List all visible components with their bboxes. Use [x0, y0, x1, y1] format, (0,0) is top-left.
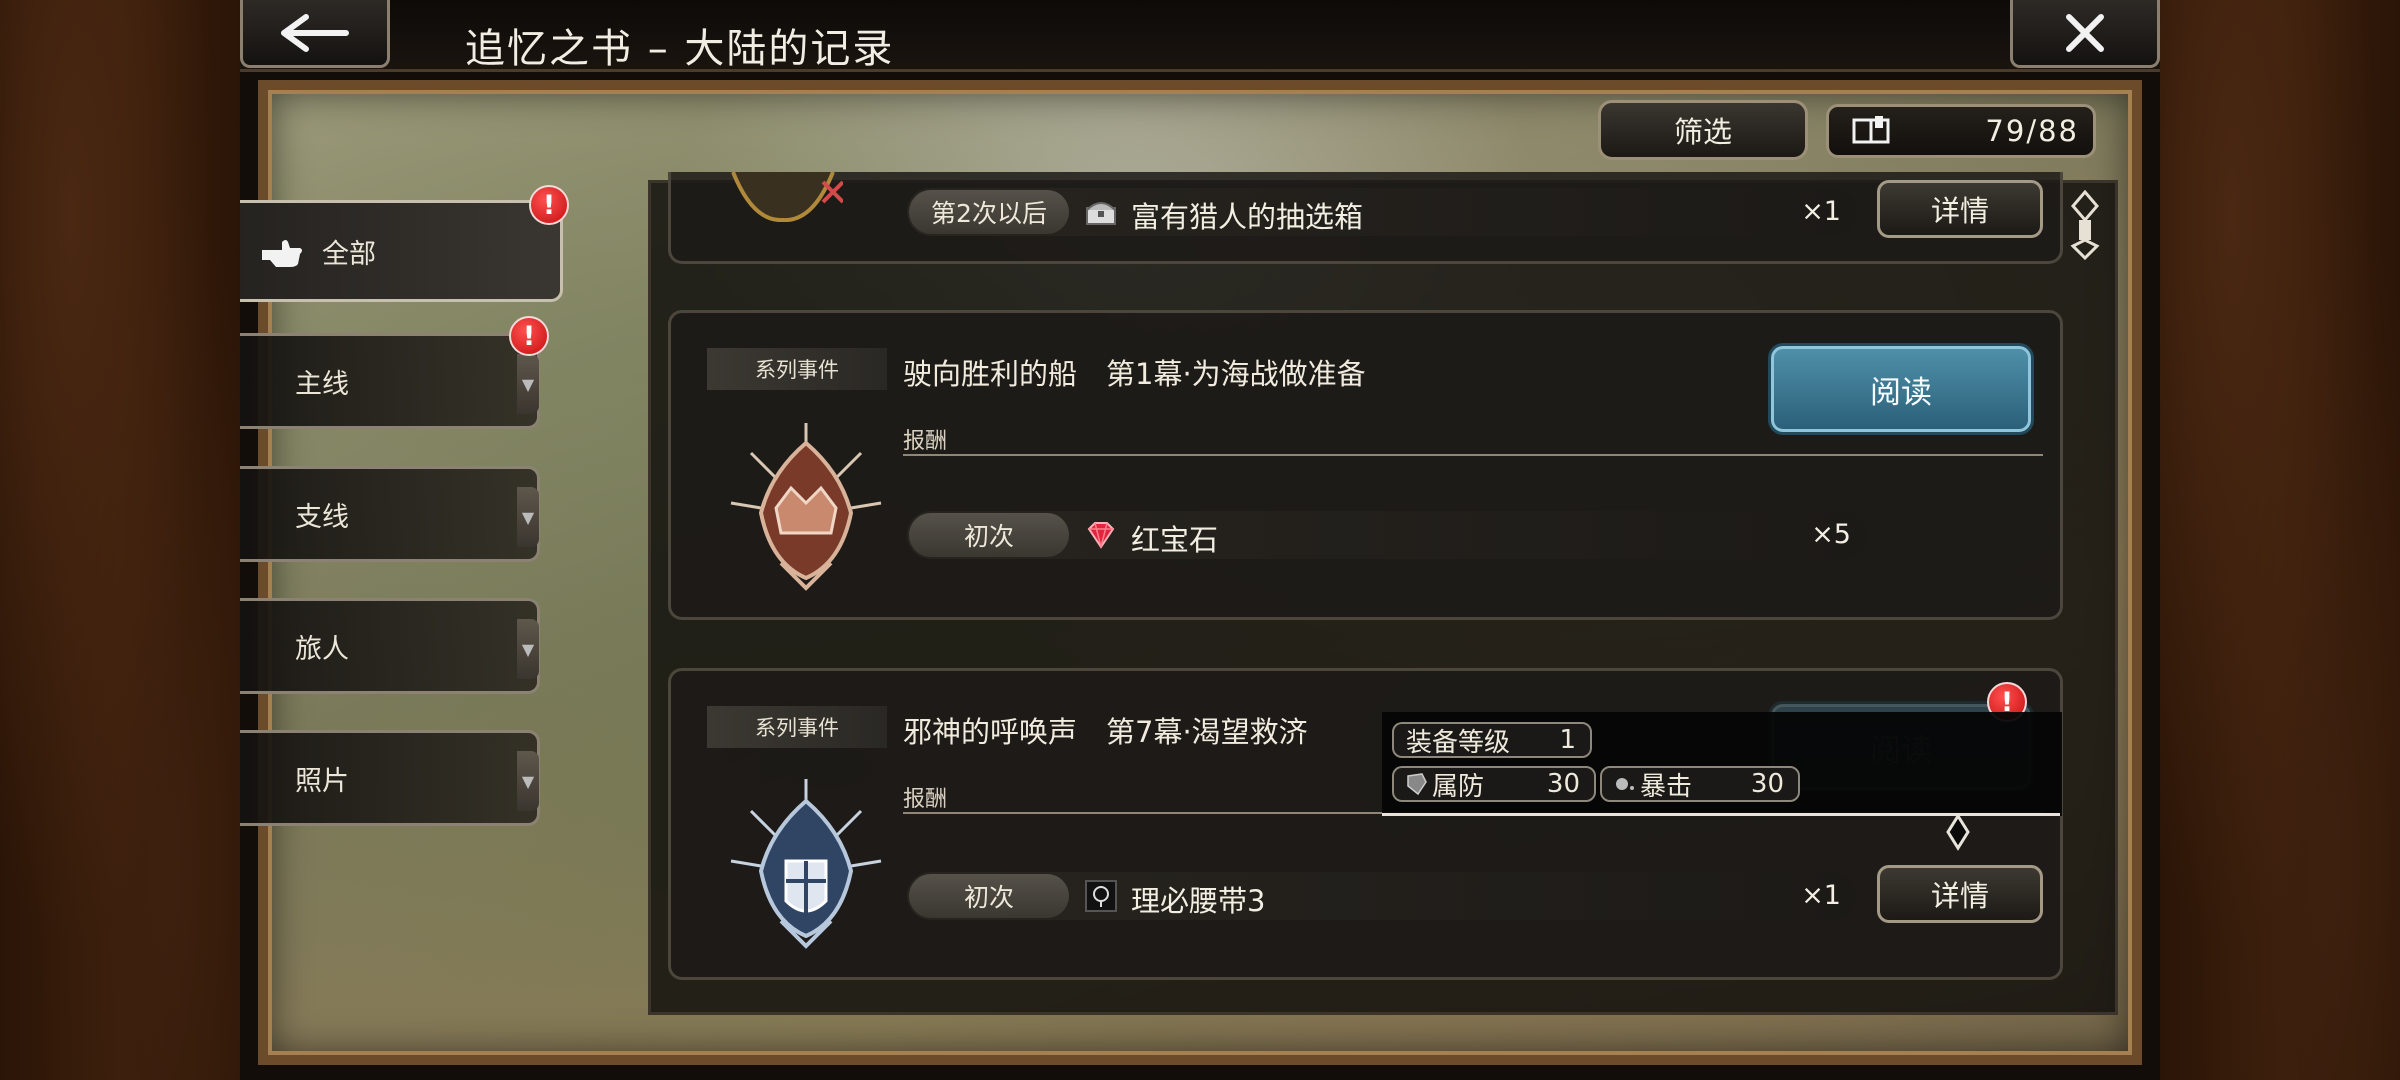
reward-condition: 初次	[909, 874, 1069, 918]
chevron-down-icon: ▼	[517, 354, 539, 414]
ruby-icon	[1085, 519, 1117, 551]
detail-button[interactable]: 详情	[1877, 865, 2043, 923]
event-tag: 系列事件	[707, 706, 887, 748]
reward-item-name: 理必腰带3	[1131, 884, 1266, 918]
back-button[interactable]	[240, 0, 390, 68]
belt-icon	[1085, 880, 1117, 912]
left-border-decoration	[0, 0, 240, 1080]
counter-text: 79/88	[1985, 114, 2079, 148]
event-card: 系列事件 驶向胜利的船 第1幕·为海战做准备 阅读 报酬 初次 红宝石 ×5	[668, 310, 2063, 620]
list-item-partial: 第2次以后 富有猎人的抽选箱 ×1 详情	[668, 172, 2063, 264]
page-title: 追忆之书 – 大陆的记录	[465, 26, 895, 72]
reward-row: 初次 红宝石 ×5	[907, 511, 1867, 559]
detail-button[interactable]: 详情	[1877, 180, 2043, 238]
scrollbar[interactable]	[2070, 190, 2100, 260]
stat-critical-box: 暴击 30	[1600, 766, 1800, 802]
sidebar-item-side[interactable]: 支线 ▼	[240, 466, 540, 562]
reward-qty: ×5	[1811, 519, 1851, 550]
critical-icon	[1610, 771, 1640, 797]
sidebar-item-photo[interactable]: 照片 ▼	[240, 730, 540, 826]
event-title: 邪神的呼唤声 第7幕·渴望救济	[903, 715, 1308, 749]
reward-condition: 初次	[909, 513, 1069, 557]
reward-qty: ×1	[1801, 880, 1841, 911]
pointing-hand-icon	[262, 240, 302, 267]
close-button[interactable]	[2010, 0, 2160, 68]
event-tag: 系列事件	[707, 348, 887, 390]
shield-icon	[1402, 771, 1432, 797]
book-icon	[1852, 116, 1890, 144]
reward-row: 第2次以后 富有猎人的抽选箱 ×1	[907, 188, 1857, 236]
divider	[903, 454, 2043, 456]
filter-button[interactable]: 筛选	[1598, 100, 1808, 160]
close-icon	[2066, 13, 2104, 52]
sidebar-item-main[interactable]: 主线 ▼	[240, 333, 540, 429]
equip-level-box: 装备等级 1	[1392, 722, 1592, 758]
reward-item-name: 红宝石	[1131, 523, 1219, 557]
collection-counter: 79/88	[1826, 104, 2096, 158]
treasure-chest-icon	[1085, 196, 1117, 228]
alert-badge-all: !	[529, 185, 569, 225]
stat-defense-box: 属防 30	[1392, 766, 1596, 802]
chevron-down-icon: ▼	[517, 619, 539, 679]
reward-qty: ×1	[1801, 196, 1841, 227]
arrow-left-icon	[281, 13, 349, 52]
read-button[interactable]: 阅读	[1771, 346, 2031, 432]
chevron-down-icon: ▼	[517, 751, 539, 811]
item-tooltip: 装备等级 1 属防 30 暴击 30	[1382, 712, 2062, 816]
reward-label: 报酬	[903, 429, 948, 454]
reward-condition: 第2次以后	[909, 190, 1069, 234]
emblem-icon	[731, 172, 843, 222]
knight-crest-icon	[730, 779, 882, 949]
reward-row: 初次 理必腰带3 ×1	[907, 872, 1857, 920]
right-border-decoration	[2160, 0, 2400, 1080]
reward-label: 报酬	[903, 787, 948, 812]
sidebar-item-all[interactable]: 全部	[240, 200, 563, 302]
alert-badge-main: !	[509, 316, 549, 356]
scroll-thumb-icon	[2070, 190, 2100, 260]
crown-crest-icon	[730, 423, 882, 591]
event-title: 驶向胜利的船 第1幕·为海战做准备	[903, 357, 1366, 391]
reward-item-name: 富有猎人的抽选箱	[1131, 200, 1364, 234]
sidebar-item-traveler[interactable]: 旅人 ▼	[240, 598, 540, 694]
tooltip-pointer-icon	[1946, 813, 1970, 851]
chevron-down-icon: ▼	[517, 487, 539, 547]
